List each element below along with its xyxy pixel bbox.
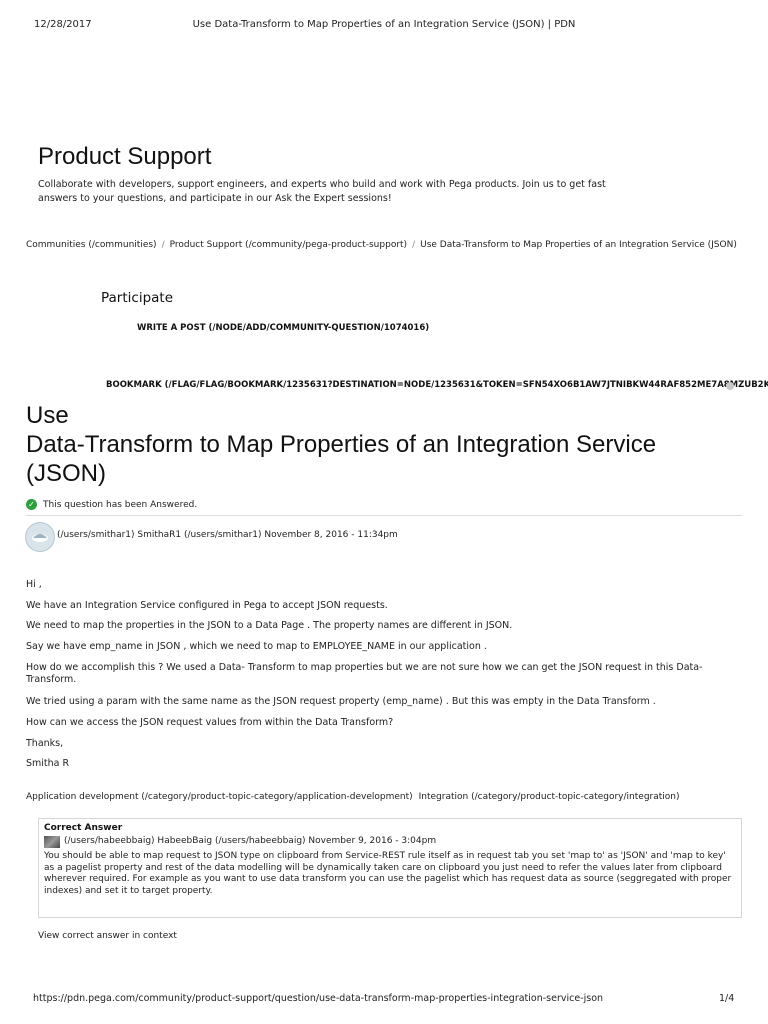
breadcrumb-separator: / xyxy=(412,240,416,250)
product-support-description: Collaborate with developers, support eng… xyxy=(38,179,606,204)
question-body-paragraph: Smitha R xyxy=(26,758,70,769)
question-body-paragraph: We have an Integration Service configure… xyxy=(26,600,388,611)
question-title-line: Use xyxy=(26,402,69,429)
question-body-paragraph: Say we have emp_name in JSON , which we … xyxy=(26,641,487,652)
tag-application-development[interactable]: Application development (/category/produ… xyxy=(26,792,413,802)
user-silhouette-icon xyxy=(32,534,48,542)
question-title: Use Data-Transform to Map Properties of … xyxy=(26,401,656,488)
question-body-paragraph: We tried using a param with the same nam… xyxy=(26,696,656,707)
answer-author-line[interactable]: (/users/habeebbaig) HabeebBaig (/users/h… xyxy=(64,836,436,846)
breadcrumb: Communities (/communities) / Product Suppo… xyxy=(26,240,737,250)
correct-answer-text: You should be able to map request to JSO… xyxy=(44,851,732,896)
bookmark-link[interactable]: BOOKMARK (/FLAG/FLAG/BOOKMARK/1235631?DE… xyxy=(106,380,768,390)
divider xyxy=(26,515,742,516)
question-body-paragraph: How can we access the JSON request value… xyxy=(26,717,394,728)
answered-status-text: This question has been Answered. xyxy=(43,499,198,510)
question-body-paragraph: Thanks, xyxy=(26,738,64,749)
breadcrumb-product-support[interactable]: Product Support (/community/pega-product… xyxy=(170,240,407,250)
footer-url: https://pdn.pega.com/community/product-s… xyxy=(33,993,604,1004)
tag-integration[interactable]: Integration (/category/product-topic-cat… xyxy=(419,792,680,802)
bookmark-indicator-icon xyxy=(726,382,734,390)
question-author-line[interactable]: (/users/smithar1) SmithaR1 (/users/smith… xyxy=(57,530,398,540)
author-avatar[interactable] xyxy=(25,522,55,552)
question-title-line: (JSON) xyxy=(26,460,106,487)
check-circle-icon: ✓ xyxy=(26,499,37,510)
question-body-paragraph: We need to map the properties in the JSO… xyxy=(26,620,513,631)
breadcrumb-separator: / xyxy=(161,240,165,250)
view-answer-in-context-link[interactable]: View correct answer in context xyxy=(38,931,177,941)
question-body-paragraph: Hi , xyxy=(26,579,42,590)
write-post-link[interactable]: WRITE A POST (/NODE/ADD/COMMUNITY-QUESTI… xyxy=(137,323,429,333)
print-page-title: Use Data-Transform to Map Properties of … xyxy=(192,19,576,30)
answer-author-avatar[interactable] xyxy=(44,836,60,848)
question-body-paragraph: How do we accomplish this ? We used a Da… xyxy=(26,662,703,685)
participate-heading: Participate xyxy=(101,290,174,306)
question-tags: Application development (/category/produ… xyxy=(26,792,680,802)
answered-status: ✓ This question has been Answered. xyxy=(26,499,197,510)
question-title-line: Data-Transform to Map Properties of an I… xyxy=(26,431,657,458)
product-support-title: Product Support xyxy=(38,143,212,170)
footer-page-number: 1/4 xyxy=(719,993,735,1004)
breadcrumb-current-page: Use Data-Transform to Map Properties of … xyxy=(420,240,737,250)
breadcrumb-communities[interactable]: Communities (/communities) xyxy=(26,240,157,250)
correct-answer-label: Correct Answer xyxy=(44,823,123,833)
